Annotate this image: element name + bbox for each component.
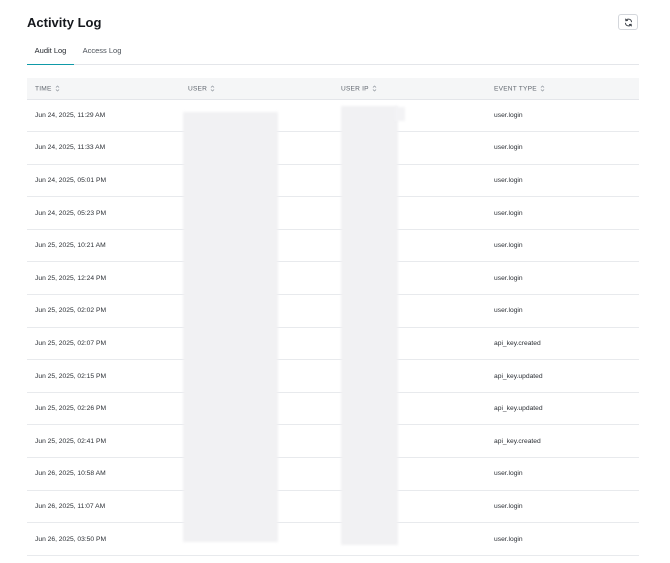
table-row: Jun 25, 2025, 02:41 PM api_key.created (27, 424, 639, 459)
cell-event-type: user.login (486, 99, 639, 133)
cell-time: Jun 25, 2025, 02:15 PM (27, 359, 180, 393)
cell-event-type: user.login (486, 294, 639, 328)
cell-event-type: user.login (486, 196, 639, 230)
table-row: Jun 25, 2025, 02:26 PM api_key.updated (27, 392, 639, 426)
cell-event-type: user.login (486, 261, 639, 296)
cell-time: Jun 25, 2025, 02:26 PM (27, 392, 180, 426)
column-header-user-ip[interactable]: USER IP (333, 78, 486, 100)
sort-icon (210, 85, 215, 92)
cell-time: Jun 24, 2025, 05:23 PM (27, 196, 180, 230)
column-header-event-type[interactable]: EVENT TYPE (486, 78, 639, 100)
table-row: Jun 26, 2025, 03:50 PM user.login (27, 522, 639, 556)
cell-event-type: api_key.created (486, 327, 639, 361)
sort-icon (540, 85, 545, 92)
table-row: Jun 25, 2025, 10:21 AM user.login (27, 229, 639, 263)
cell-event-type: api_key.updated (486, 392, 639, 426)
redacted-user-ip-tip (395, 107, 405, 121)
activity-log-page: Activity Log Audit Log Access Log TIME U… (0, 0, 670, 563)
cell-time: Jun 25, 2025, 02:41 PM (27, 424, 180, 459)
table-row: Jun 25, 2025, 12:24 PM user.login (27, 261, 639, 296)
cell-time: Jun 25, 2025, 02:02 PM (27, 294, 180, 328)
table-row: Jun 26, 2025, 10:58 AM user.login (27, 457, 639, 491)
cell-event-type: user.login (486, 131, 639, 165)
table-header-row: TIME USER USER IP EVENT TYPE (27, 78, 639, 100)
audit-log-table: TIME USER USER IP EVENT TYPE Jun 24, 202… (27, 78, 639, 556)
table-row: Jun 24, 2025, 11:33 AM user.login (27, 131, 639, 165)
table-row: Jun 24, 2025, 11:29 AM user.login (27, 99, 639, 133)
sort-icon (55, 85, 60, 92)
cell-event-type: user.login (486, 164, 639, 198)
table-row: Jun 25, 2025, 02:15 PM api_key.updated (27, 359, 639, 393)
tab-bar: Audit Log Access Log (27, 40, 639, 65)
sort-icon (372, 85, 377, 92)
cell-time: Jun 25, 2025, 02:07 PM (27, 327, 180, 361)
cell-event-type: user.login (486, 490, 639, 524)
cell-time: Jun 24, 2025, 05:01 PM (27, 164, 180, 198)
column-header-time[interactable]: TIME (27, 78, 180, 100)
column-header-label: TIME (35, 84, 52, 92)
cell-time: Jun 26, 2025, 03:50 PM (27, 522, 180, 556)
column-header-label: USER IP (341, 84, 369, 92)
table-row: Jun 24, 2025, 05:01 PM user.login (27, 164, 639, 198)
cell-event-type: user.login (486, 457, 639, 491)
table-row: Jun 25, 2025, 02:07 PM api_key.created (27, 327, 639, 361)
cell-time: Jun 25, 2025, 10:21 AM (27, 229, 180, 263)
redacted-user-column (183, 112, 278, 542)
cell-time: Jun 24, 2025, 11:33 AM (27, 131, 180, 165)
cell-time: Jun 26, 2025, 11:07 AM (27, 490, 180, 524)
column-header-label: EVENT TYPE (494, 84, 537, 92)
refresh-icon (624, 18, 633, 27)
table-row: Jun 25, 2025, 02:02 PM user.login (27, 294, 639, 328)
cell-event-type: user.login (486, 229, 639, 263)
cell-event-type: user.login (486, 522, 639, 556)
column-header-user[interactable]: USER (180, 78, 333, 100)
table-row: Jun 26, 2025, 11:07 AM user.login (27, 490, 639, 524)
tab-access-log[interactable]: Access Log (82, 40, 122, 64)
page-title: Activity Log (27, 15, 102, 30)
column-header-label: USER (188, 84, 208, 92)
table-row: Jun 24, 2025, 05:23 PM user.login (27, 196, 639, 230)
cell-event-type: api_key.updated (486, 359, 639, 393)
cell-event-type: api_key.created (486, 424, 639, 459)
redacted-user-ip-column (341, 106, 398, 545)
cell-time: Jun 25, 2025, 12:24 PM (27, 261, 180, 296)
cell-time: Jun 26, 2025, 10:58 AM (27, 457, 180, 491)
tab-audit-log[interactable]: Audit Log (27, 40, 74, 65)
cell-time: Jun 24, 2025, 11:29 AM (27, 99, 180, 133)
refresh-button[interactable] (618, 14, 638, 30)
